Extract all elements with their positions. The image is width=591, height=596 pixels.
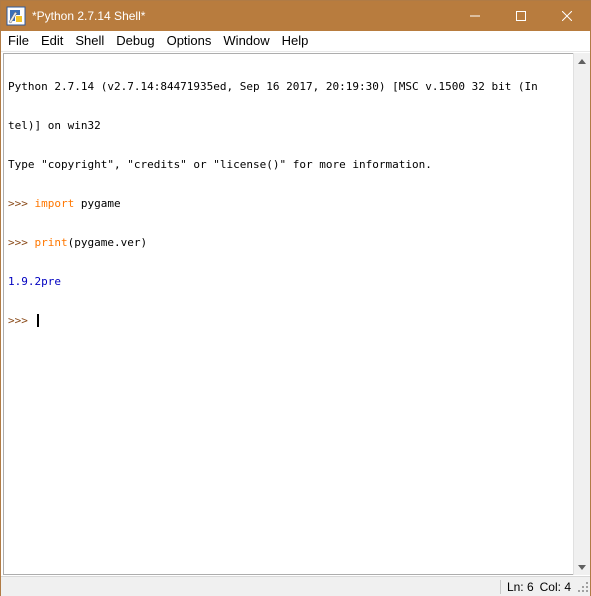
menu-file[interactable]: File (1, 31, 35, 51)
input-line[interactable]: >>> (8, 314, 573, 327)
scroll-up-icon (578, 58, 586, 64)
python-idle-icon[interactable] (5, 5, 27, 27)
command-line-1: >>> import pygame (8, 197, 573, 210)
status-divider (499, 579, 501, 594)
idle-shell-window: *Python 2.7.14 Shell* File Edit Shell De… (0, 0, 591, 596)
menu-help[interactable]: Help (276, 31, 315, 51)
banner-line-1: Python 2.7.14 (v2.7.14:84471935ed, Sep 1… (8, 80, 538, 93)
command-text: (pygame.ver) (67, 236, 148, 249)
command-text: pygame (74, 197, 121, 210)
menu-shell[interactable]: Shell (69, 31, 110, 51)
scroll-down-icon (578, 564, 586, 570)
close-button[interactable] (544, 1, 590, 31)
maximize-button[interactable] (498, 1, 544, 31)
prompt: >>> (8, 314, 35, 327)
shell-text-area[interactable]: Python 2.7.14 (v2.7.14:84471935ed, Sep 1… (3, 53, 573, 575)
prompt: >>> (8, 197, 35, 210)
menu-options[interactable]: Options (161, 31, 218, 51)
output-line-1: 1.9.2pre (8, 275, 61, 288)
status-column-number: Col: 4 (539, 579, 571, 594)
keyword-import: import (34, 197, 75, 210)
keyword-print: print (34, 236, 68, 249)
menu-debug[interactable]: Debug (110, 31, 160, 51)
prompt: >>> (8, 236, 35, 249)
window-controls (452, 1, 590, 31)
vertical-scrollbar[interactable] (573, 53, 590, 575)
menu-bar: File Edit Shell Debug Options Window Hel… (1, 31, 590, 52)
status-bar: Ln: 6 Col: 4 (1, 576, 590, 596)
title-bar[interactable]: *Python 2.7.14 Shell* (1, 1, 590, 31)
menu-window[interactable]: Window (217, 31, 275, 51)
close-icon (562, 11, 572, 21)
minimize-button[interactable] (452, 1, 498, 31)
banner-line-2: tel)] on win32 (8, 119, 101, 132)
text-cursor (36, 314, 39, 327)
shell-output: Python 2.7.14 (v2.7.14:84471935ed, Sep 1… (4, 54, 573, 353)
minimize-icon (470, 15, 480, 17)
resize-grip-icon[interactable] (577, 581, 589, 593)
scroll-up-button[interactable] (574, 53, 590, 69)
maximize-icon (516, 11, 526, 21)
banner-line-3: Type "copyright", "credits" or "license(… (8, 158, 432, 171)
menu-edit[interactable]: Edit (35, 31, 69, 51)
status-line-number: Ln: 6 (506, 579, 534, 594)
window-title: *Python 2.7.14 Shell* (32, 9, 146, 23)
command-line-2: >>> print(pygame.ver) (8, 236, 573, 249)
scroll-down-button[interactable] (574, 559, 590, 575)
